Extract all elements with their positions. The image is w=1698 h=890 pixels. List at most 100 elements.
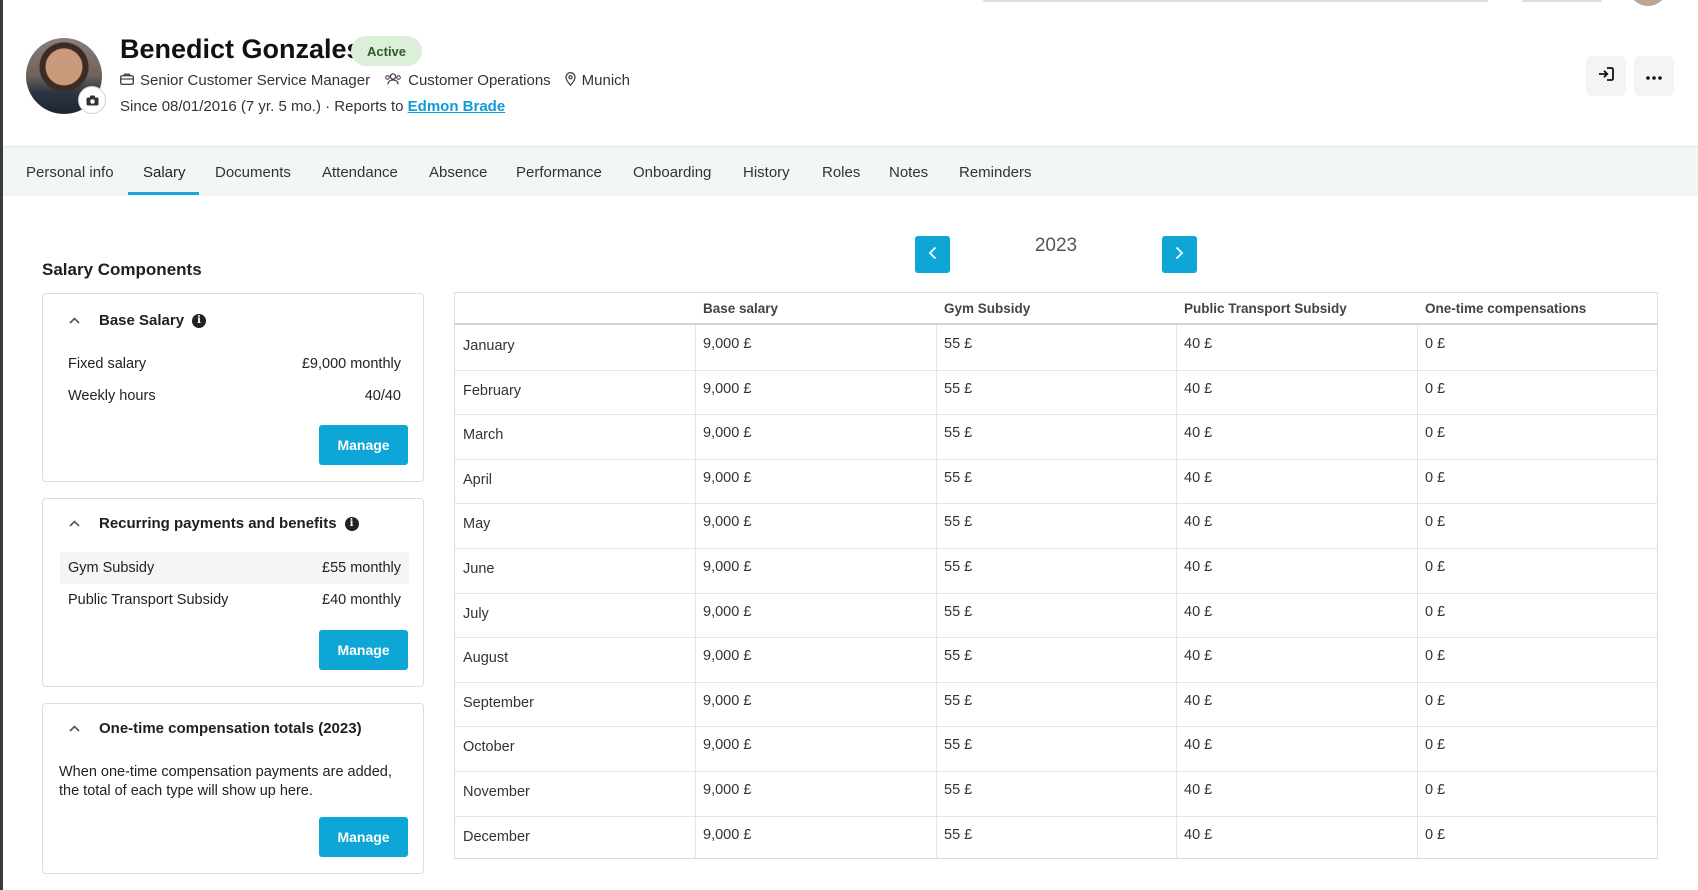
month-cell: January bbox=[463, 338, 515, 354]
manage-base-salary-button[interactable]: Manage bbox=[319, 425, 408, 465]
next-year-button[interactable] bbox=[1162, 236, 1197, 273]
login-as-button[interactable] bbox=[1586, 56, 1626, 96]
month-cell: February bbox=[463, 382, 522, 399]
row-label: Gym Subsidy bbox=[68, 560, 155, 576]
employee-name: Benedict Gonzales bbox=[120, 34, 362, 64]
chevron-left-icon bbox=[928, 243, 937, 266]
more-options-button[interactable] bbox=[1634, 56, 1674, 96]
empty-state-text: When one-time compensation payments are … bbox=[59, 764, 392, 799]
gym-cell: 55 £ bbox=[944, 380, 973, 397]
table-row: August 9,000 £ 55 £ 40 £ 0 £ bbox=[455, 638, 1657, 683]
one-time-compensation-card: One-time compensation totals (2023) When… bbox=[42, 703, 424, 874]
table-row: December 9,000 £ 55 £ 40 £ 0 £ bbox=[455, 817, 1657, 862]
month-cell: March bbox=[463, 427, 504, 444]
transport-cell: 40 £ bbox=[1184, 425, 1213, 442]
transport-cell: 40 £ bbox=[1184, 514, 1213, 531]
tab-attendance[interactable]: Attendance bbox=[322, 147, 398, 197]
base-salary-header[interactable]: Base Salary i bbox=[65, 312, 207, 329]
table-row: May 9,000 £ 55 £ 40 £ 0 £ bbox=[455, 504, 1657, 549]
month-cell: November bbox=[463, 784, 530, 800]
onetime-cell: 0 £ bbox=[1425, 380, 1446, 397]
tab-salary[interactable]: Salary bbox=[143, 147, 186, 197]
transport-subsidy-row: Public Transport Subsidy £40 monthly bbox=[60, 584, 409, 616]
month-cell: June bbox=[463, 561, 495, 577]
tab-performance[interactable]: Performance bbox=[516, 147, 602, 197]
chevron-up-icon[interactable] bbox=[65, 518, 83, 530]
gym-cell: 55 £ bbox=[944, 559, 973, 575]
recurring-header[interactable]: Recurring payments and benefits i bbox=[65, 515, 359, 532]
tab-personal-info[interactable]: Personal info bbox=[26, 147, 114, 197]
onetime-cell: 0 £ bbox=[1425, 603, 1446, 620]
tab-roles[interactable]: Roles bbox=[822, 147, 860, 197]
base-cell: 9,000 £ bbox=[703, 737, 752, 754]
onetime-cell: 0 £ bbox=[1425, 425, 1446, 442]
department: Customer Operations bbox=[408, 72, 551, 89]
onetime-cell: 0 £ bbox=[1425, 737, 1446, 754]
transport-cell: 40 £ bbox=[1184, 737, 1213, 754]
transport-cell: 40 £ bbox=[1184, 692, 1213, 709]
onetime-cell: 0 £ bbox=[1425, 648, 1446, 665]
card-title: Recurring payments and benefits bbox=[99, 515, 337, 532]
camera-icon[interactable] bbox=[78, 86, 106, 114]
row-value: £55 monthly bbox=[322, 560, 401, 576]
base-salary-card: Base Salary i Fixed salary £9,000 monthl… bbox=[42, 293, 424, 482]
info-icon[interactable]: i bbox=[192, 313, 207, 328]
tab-history[interactable]: History bbox=[743, 147, 790, 197]
tab-notes[interactable]: Notes bbox=[889, 147, 928, 197]
tab-onboarding[interactable]: Onboarding bbox=[633, 147, 711, 197]
column-header-base-salary: Base salary bbox=[703, 300, 779, 316]
table-row: October 9,000 £ 55 £ 40 £ 0 £ bbox=[455, 727, 1657, 772]
salary-table: Base salary Gym Subsidy Public Transport… bbox=[454, 292, 1658, 859]
base-cell: 9,000 £ bbox=[703, 826, 752, 843]
manage-recurring-button[interactable]: Manage bbox=[319, 630, 408, 670]
month-cell: August bbox=[463, 650, 509, 667]
info-icon[interactable]: i bbox=[344, 516, 359, 531]
onetime-cell: 0 £ bbox=[1425, 514, 1446, 531]
location: Munich bbox=[581, 72, 631, 89]
gym-cell: 55 £ bbox=[944, 514, 973, 531]
base-cell: 9,000 £ bbox=[703, 782, 752, 798]
gym-subsidy-row: Gym Subsidy £55 monthly bbox=[60, 552, 409, 584]
chevron-up-icon[interactable] bbox=[65, 315, 83, 327]
reports-to-label: · Reports to bbox=[325, 98, 404, 115]
table-header: Base salary Gym Subsidy Public Transport… bbox=[455, 293, 1657, 325]
month-cell: October bbox=[463, 739, 515, 756]
transport-cell: 40 £ bbox=[1184, 603, 1213, 620]
onetime-cell: 0 £ bbox=[1425, 826, 1446, 843]
manager-link[interactable]: Edmon Brade bbox=[408, 98, 506, 115]
row-label: Fixed salary bbox=[68, 356, 147, 372]
onetime-cell: 0 £ bbox=[1425, 692, 1446, 709]
briefcase-icon bbox=[119, 73, 135, 88]
one-time-header[interactable]: One-time compensation totals (2023) bbox=[65, 720, 362, 737]
card-title: One-time compensation totals (2023) bbox=[99, 720, 362, 737]
tab-absence[interactable]: Absence bbox=[429, 147, 487, 197]
row-value: 40/40 bbox=[364, 388, 401, 404]
card-title: Base Salary bbox=[99, 312, 185, 329]
transport-cell: 40 £ bbox=[1184, 559, 1213, 575]
gym-cell: 55 £ bbox=[944, 648, 973, 665]
base-cell: 9,000 £ bbox=[703, 425, 752, 442]
base-cell: 9,000 £ bbox=[703, 469, 752, 486]
table-row: July 9,000 £ 55 £ 40 £ 0 £ bbox=[455, 594, 1657, 639]
more-horizontal-icon bbox=[1646, 67, 1662, 85]
transport-cell: 40 £ bbox=[1184, 380, 1213, 397]
since-text: Since 08/01/2016 (7 yr. 5 mo.) bbox=[120, 98, 321, 115]
tab-documents[interactable]: Documents bbox=[215, 147, 291, 197]
month-cell: July bbox=[463, 605, 489, 622]
row-value: £40 monthly bbox=[322, 592, 401, 608]
chevron-up-icon[interactable] bbox=[65, 723, 83, 735]
gym-cell: 55 £ bbox=[944, 737, 973, 754]
gym-cell: 55 £ bbox=[944, 336, 973, 352]
job-title-item: Senior Customer Service Manager bbox=[119, 72, 371, 89]
team-icon bbox=[384, 73, 402, 88]
base-cell: 9,000 £ bbox=[703, 692, 752, 709]
tab-reminders[interactable]: Reminders bbox=[959, 147, 1032, 197]
row-label: Weekly hours bbox=[68, 388, 156, 404]
onetime-cell: 0 £ bbox=[1425, 782, 1446, 798]
column-header-one-time: One-time compensations bbox=[1425, 300, 1587, 316]
gym-cell: 55 £ bbox=[944, 692, 973, 709]
previous-year-button[interactable] bbox=[915, 236, 950, 273]
manage-one-time-button[interactable]: Manage bbox=[319, 817, 408, 857]
job-title: Senior Customer Service Manager bbox=[140, 72, 371, 89]
base-cell: 9,000 £ bbox=[703, 380, 752, 397]
